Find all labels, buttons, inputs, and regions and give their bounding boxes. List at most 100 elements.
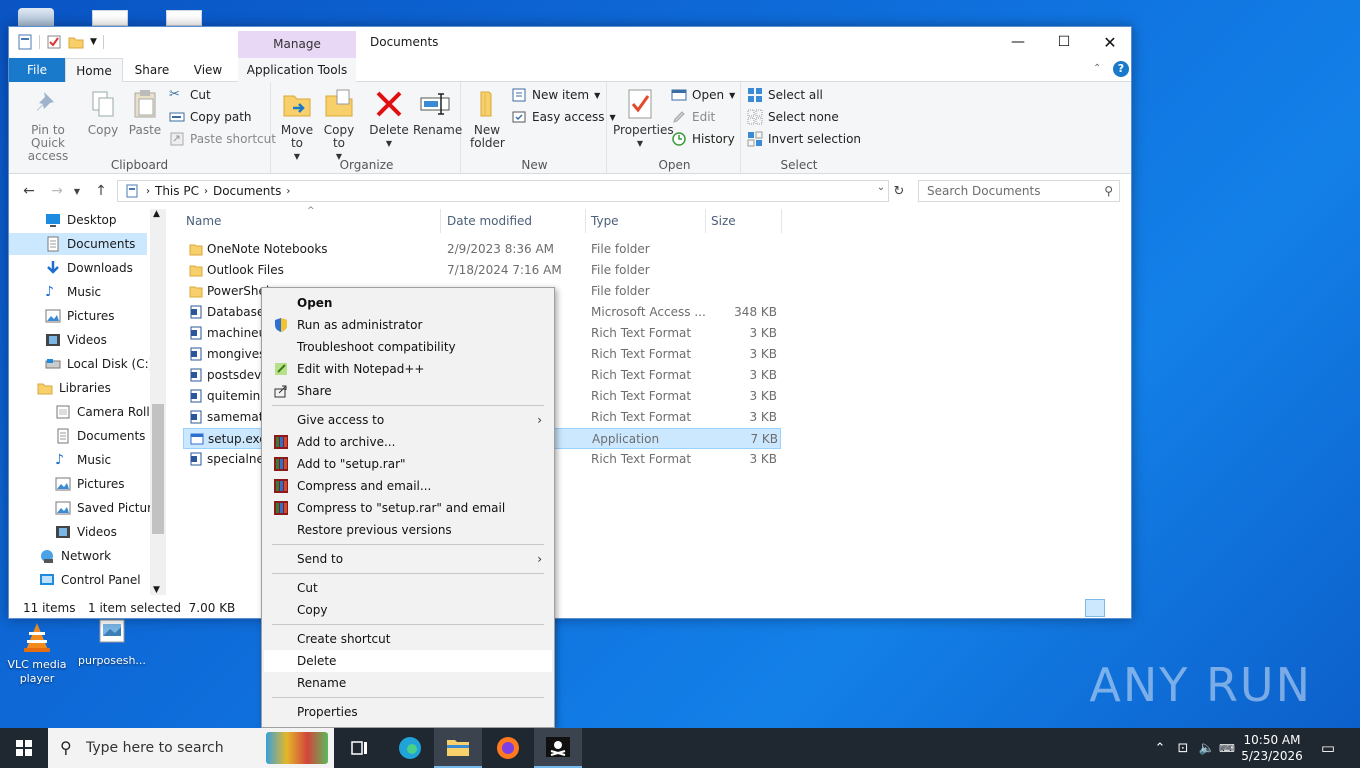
column-header-type[interactable]: Type bbox=[588, 209, 706, 233]
tab-share[interactable]: Share bbox=[125, 58, 179, 82]
desktop-icon-recycle-partial[interactable] bbox=[18, 8, 54, 26]
large-icons-view-button[interactable] bbox=[1109, 599, 1127, 617]
maximize-button[interactable]: ☐ bbox=[1041, 27, 1087, 57]
copy-to-button[interactable]: Copy to ▼ bbox=[321, 88, 357, 163]
collapse-ribbon-icon[interactable]: ⌃ bbox=[1093, 63, 1101, 74]
search-input[interactable]: Search Documents ⚲ bbox=[918, 180, 1120, 202]
copy-button[interactable]: Copy bbox=[85, 88, 121, 137]
nav-item-desktop[interactable]: Desktop bbox=[45, 209, 117, 231]
help-icon[interactable]: ? bbox=[1113, 61, 1129, 77]
new-folder-button[interactable]: New folder bbox=[469, 88, 505, 150]
tab-home[interactable]: Home bbox=[65, 58, 123, 83]
nav-scrollbar[interactable]: ▲ ▼ bbox=[150, 209, 166, 595]
close-button[interactable]: ✕ bbox=[1087, 27, 1133, 57]
nav-item-library-videos[interactable]: Videos bbox=[55, 521, 117, 543]
desktop-icon-vlc[interactable]: VLC media player bbox=[2, 620, 72, 686]
menu-item-share[interactable]: Share bbox=[264, 380, 552, 402]
nav-item-videos[interactable]: Videos bbox=[45, 329, 107, 351]
nav-item-pictures[interactable]: Pictures bbox=[45, 305, 115, 327]
column-header-size[interactable]: Size bbox=[708, 209, 782, 233]
delete-button[interactable]: Delete ▼ bbox=[369, 88, 409, 150]
taskbar-search-box[interactable]: ⚲ Type here to search bbox=[48, 728, 334, 768]
tab-view[interactable]: View bbox=[181, 58, 235, 82]
properties-qat-icon[interactable] bbox=[46, 34, 62, 50]
taskbar-clock[interactable]: 10:50 AM 5/23/2026 bbox=[1236, 732, 1308, 764]
new-item-button[interactable]: New item ▼ bbox=[511, 85, 600, 105]
minimize-button[interactable]: — bbox=[995, 27, 1041, 57]
taskbar-edge[interactable] bbox=[386, 728, 434, 768]
desktop-icon-doc-partial-2[interactable] bbox=[166, 10, 202, 26]
menu-item-open[interactable]: Open bbox=[264, 292, 552, 314]
easy-access-button[interactable]: Easy access ▼ bbox=[511, 107, 616, 127]
explorer-window[interactable]: ▼ Manage Documents — ☐ ✕ File Home Share… bbox=[8, 26, 1132, 619]
nav-item-music[interactable]: ♪ Music bbox=[45, 281, 101, 303]
taskbar-pirate-app[interactable] bbox=[534, 728, 582, 768]
menu-item-compress-rar-email[interactable]: Compress to "setup.rar" and email bbox=[264, 497, 552, 519]
menu-item-rename[interactable]: Rename bbox=[264, 672, 552, 694]
pin-to-quick-access-button[interactable]: Pin to Quick access bbox=[15, 88, 81, 163]
scroll-down-icon[interactable]: ▼ bbox=[153, 585, 160, 595]
new-folder-qat-icon[interactable] bbox=[68, 34, 84, 50]
rename-button[interactable]: Rename bbox=[413, 88, 462, 137]
paste-shortcut-button[interactable]: Paste shortcut bbox=[169, 129, 276, 149]
menu-item-troubleshoot[interactable]: Troubleshoot compatibility bbox=[264, 336, 552, 358]
table-row[interactable]: Outlook Files 7/18/2024 7:16 AM File folde… bbox=[183, 260, 781, 281]
move-to-button[interactable]: Move to ▼ bbox=[279, 88, 315, 163]
tray-chevron-up-icon[interactable]: ⌃ bbox=[1150, 728, 1170, 768]
tray-volume-icon[interactable]: 🔈 bbox=[1196, 728, 1218, 768]
paste-button[interactable]: Paste bbox=[127, 88, 163, 137]
menu-item-create-shortcut[interactable]: Create shortcut bbox=[264, 628, 552, 650]
select-all-button[interactable]: Select all bbox=[747, 85, 823, 105]
nav-item-libraries[interactable]: Libraries bbox=[37, 377, 111, 399]
desktop-icon-image-file[interactable]: purposesh... bbox=[77, 616, 147, 668]
tray-language-icon[interactable]: ⌨ bbox=[1218, 728, 1236, 768]
chevron-down-icon[interactable]: ▼ bbox=[90, 37, 97, 47]
details-view-button[interactable] bbox=[1085, 599, 1105, 617]
breadcrumb-documents[interactable]: Documents bbox=[208, 184, 286, 198]
refresh-button[interactable]: ↻ bbox=[889, 181, 909, 201]
tab-manage[interactable]: Manage bbox=[238, 31, 356, 58]
address-dropdown-icon[interactable]: ⌄ bbox=[872, 182, 890, 193]
cut-button[interactable]: ✂ Cut bbox=[169, 85, 211, 105]
copy-path-button[interactable]: Copy path bbox=[169, 107, 252, 127]
menu-item-give-access[interactable]: Give access to › bbox=[264, 409, 552, 431]
forward-button[interactable]: → bbox=[47, 181, 67, 201]
menu-item-send-to[interactable]: Send to › bbox=[264, 548, 552, 570]
properties-button[interactable]: Properties ▼ bbox=[613, 88, 674, 150]
menu-item-properties[interactable]: Properties bbox=[264, 701, 552, 723]
select-none-button[interactable]: Select none bbox=[747, 107, 839, 127]
menu-item-add-rar[interactable]: Add to "setup.rar" bbox=[264, 453, 552, 475]
nav-item-documents[interactable]: Documents bbox=[9, 233, 147, 255]
menu-item-add-archive[interactable]: Add to archive... bbox=[264, 431, 552, 453]
nav-item-saved-pictures[interactable]: Saved Pictures bbox=[55, 497, 165, 519]
nav-item-library-music[interactable]: ♪ Music bbox=[55, 449, 111, 471]
nav-scrollbar-thumb[interactable] bbox=[152, 404, 164, 534]
table-row[interactable]: OneNote Notebooks 2/9/2023 8:36 AM File fo… bbox=[183, 239, 781, 260]
back-button[interactable]: ← bbox=[19, 181, 39, 201]
menu-item-copy[interactable]: Copy bbox=[264, 599, 552, 621]
taskbar-firefox[interactable] bbox=[484, 728, 532, 768]
nav-item-library-documents[interactable]: Documents bbox=[55, 425, 145, 447]
nav-item-control-panel[interactable]: Control Panel bbox=[39, 569, 141, 591]
menu-item-notepadpp[interactable]: Edit with Notepad++ bbox=[264, 358, 552, 380]
up-button[interactable]: ↑ bbox=[91, 181, 111, 201]
desktop-icon-doc-partial-1[interactable] bbox=[92, 10, 128, 26]
start-button[interactable] bbox=[0, 728, 48, 768]
tab-file[interactable]: File bbox=[9, 58, 65, 82]
tray-network-icon[interactable]: ⊡ bbox=[1172, 728, 1194, 768]
title-bar[interactable]: ▼ Manage Documents — ☐ ✕ bbox=[9, 27, 1131, 58]
menu-item-compress-email[interactable]: Compress and email... bbox=[264, 475, 552, 497]
invert-selection-button[interactable]: Invert selection bbox=[747, 129, 861, 149]
column-header-name[interactable]: Name ^ bbox=[183, 206, 441, 233]
menu-item-delete[interactable]: Delete bbox=[264, 650, 552, 672]
taskbar-file-explorer[interactable] bbox=[434, 728, 482, 768]
nav-item-library-pictures[interactable]: Pictures bbox=[55, 473, 125, 495]
task-view-button[interactable] bbox=[336, 728, 384, 768]
scroll-up-icon[interactable]: ▲ bbox=[153, 209, 160, 219]
nav-item-camera-roll[interactable]: Camera Roll bbox=[55, 401, 150, 423]
recent-locations-button[interactable]: ▼ bbox=[67, 181, 87, 201]
menu-item-restore-versions[interactable]: Restore previous versions bbox=[264, 519, 552, 541]
nav-item-local-disk[interactable]: Local Disk (C:) bbox=[45, 353, 153, 375]
menu-item-cut[interactable]: Cut bbox=[264, 577, 552, 599]
open-button[interactable]: Open ▼ bbox=[671, 85, 735, 105]
